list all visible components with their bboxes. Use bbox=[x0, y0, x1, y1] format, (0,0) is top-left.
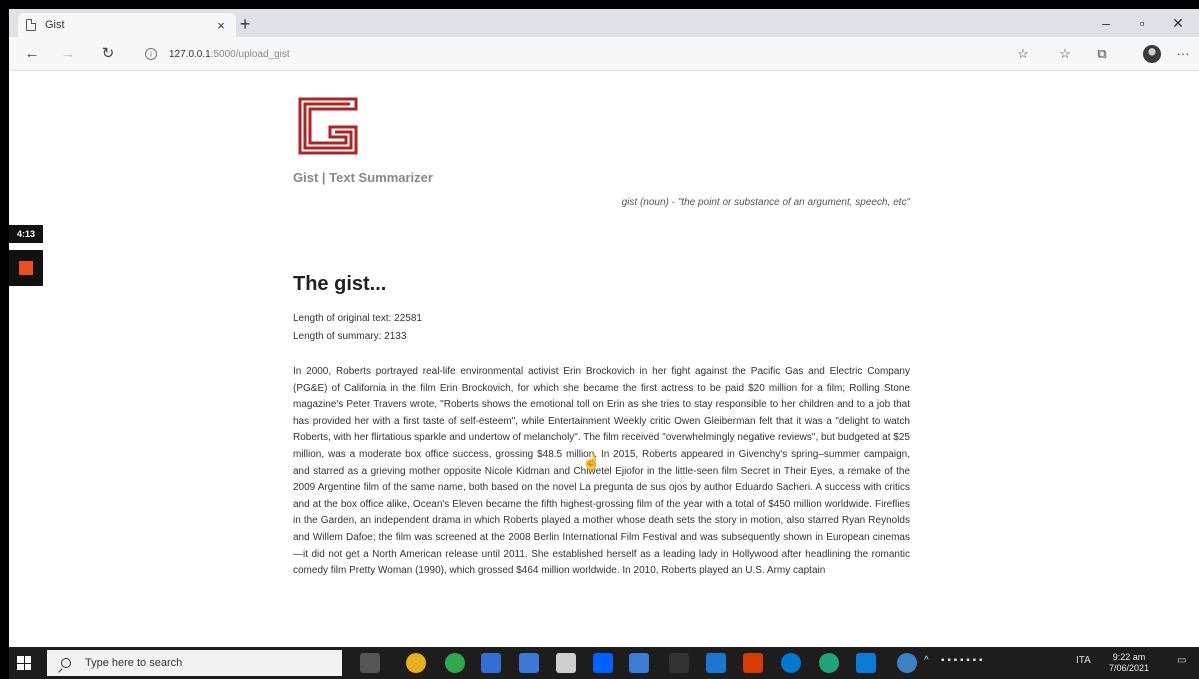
summary-length: Length of summary: 2133 bbox=[293, 331, 407, 342]
chrome-icon[interactable] bbox=[406, 653, 426, 673]
read-aloud-icon[interactable]: ☆ bbox=[1012, 43, 1034, 65]
collections-icon[interactable]: ⧉ bbox=[1091, 43, 1113, 65]
refresh-icon[interactable]: ↻ bbox=[97, 43, 119, 65]
notifications-icon[interactable]: ▭ bbox=[1177, 655, 1186, 666]
mouse-pointer-icon: ☝ bbox=[582, 454, 601, 471]
task-view-icon[interactable] bbox=[360, 653, 380, 673]
office-icon[interactable] bbox=[743, 653, 763, 673]
vscode-icon[interactable] bbox=[856, 653, 876, 673]
tray-chevron-icon[interactable]: ^ bbox=[924, 655, 929, 666]
screen: Gist × + – ▫ ✕ ← → ↻ i 127.0.0.1:5000/up… bbox=[0, 0, 1199, 679]
calendar-icon[interactable] bbox=[519, 653, 539, 673]
page-icon bbox=[26, 19, 36, 31]
help-icon[interactable] bbox=[897, 653, 917, 673]
more-options-icon[interactable]: ··· bbox=[1172, 43, 1194, 65]
dropbox-icon[interactable] bbox=[593, 653, 613, 673]
spotify-icon[interactable] bbox=[445, 653, 465, 673]
favorites-icon[interactable]: ☆ bbox=[1054, 43, 1076, 65]
profile-avatar[interactable] bbox=[1143, 45, 1161, 63]
minimize-button[interactable]: – bbox=[1091, 12, 1121, 34]
summary-text: In 2000, Roberts portrayed real-life env… bbox=[293, 366, 910, 577]
edge-icon[interactable] bbox=[819, 653, 839, 673]
tab-bar: Gist × + – ▫ ✕ bbox=[9, 9, 1199, 37]
gist-logo-icon bbox=[298, 97, 358, 155]
input-language[interactable]: ITA bbox=[1076, 655, 1091, 666]
app-icon[interactable] bbox=[706, 653, 726, 673]
clock-time: 9:22 am bbox=[1112, 652, 1146, 662]
start-windows-icon[interactable] bbox=[17, 656, 31, 670]
taskbar-clock[interactable]: 9:22 am 7/06/2021 bbox=[1109, 652, 1149, 674]
summary-heading: The gist... bbox=[293, 273, 387, 295]
recording-timer: 4:13 bbox=[9, 225, 43, 243]
url-host: 127.0.0.1 bbox=[169, 48, 211, 60]
search-icon bbox=[61, 658, 71, 668]
close-window-button[interactable]: ✕ bbox=[1163, 12, 1193, 34]
tray-icons[interactable]: ▪ ▪ ▪ ▪ ▪ ▪ ▪ bbox=[941, 655, 982, 666]
stop-recording-button[interactable] bbox=[9, 250, 43, 286]
url-path: :5000/upload_gist bbox=[210, 48, 290, 60]
onedrive-icon[interactable] bbox=[629, 653, 649, 673]
original-length: Length of original text: 22581 bbox=[293, 313, 422, 324]
taskbar-search[interactable]: Type here to search bbox=[47, 650, 342, 676]
info-icon[interactable]: i bbox=[145, 48, 157, 60]
taskbar: Type here to search ^ ▪ ▪ ▪ ▪ ▪ ▪ ▪ ITA … bbox=[9, 647, 1199, 679]
close-tab-icon[interactable]: × bbox=[214, 18, 228, 33]
address-bar: ← → ↻ i 127.0.0.1:5000/upload_gist ☆ ☆ ⧉… bbox=[9, 37, 1199, 71]
back-arrow-icon[interactable]: ← bbox=[21, 43, 43, 65]
forward-arrow-icon[interactable]: → bbox=[57, 43, 79, 65]
skype-icon[interactable] bbox=[781, 653, 801, 673]
tab-gist[interactable]: Gist × bbox=[18, 13, 236, 37]
word-icon[interactable] bbox=[481, 653, 501, 673]
tagline: gist (noun) - "the point or substance of… bbox=[621, 197, 910, 208]
tab-title: Gist bbox=[45, 19, 65, 31]
page-viewport: Gist | Text Summarizer gist (noun) - "th… bbox=[9, 71, 1199, 647]
search-placeholder: Type here to search bbox=[85, 657, 183, 669]
site-title: Gist | Text Summarizer bbox=[293, 170, 433, 185]
terminal-icon[interactable] bbox=[669, 653, 689, 673]
url-field[interactable]: i 127.0.0.1:5000/upload_gist bbox=[145, 43, 290, 65]
store-icon[interactable] bbox=[556, 653, 576, 673]
clock-date: 7/06/2021 bbox=[1109, 663, 1150, 673]
stop-icon bbox=[19, 261, 33, 275]
new-tab-button[interactable]: + bbox=[235, 13, 255, 35]
restore-button[interactable]: ▫ bbox=[1127, 12, 1157, 34]
